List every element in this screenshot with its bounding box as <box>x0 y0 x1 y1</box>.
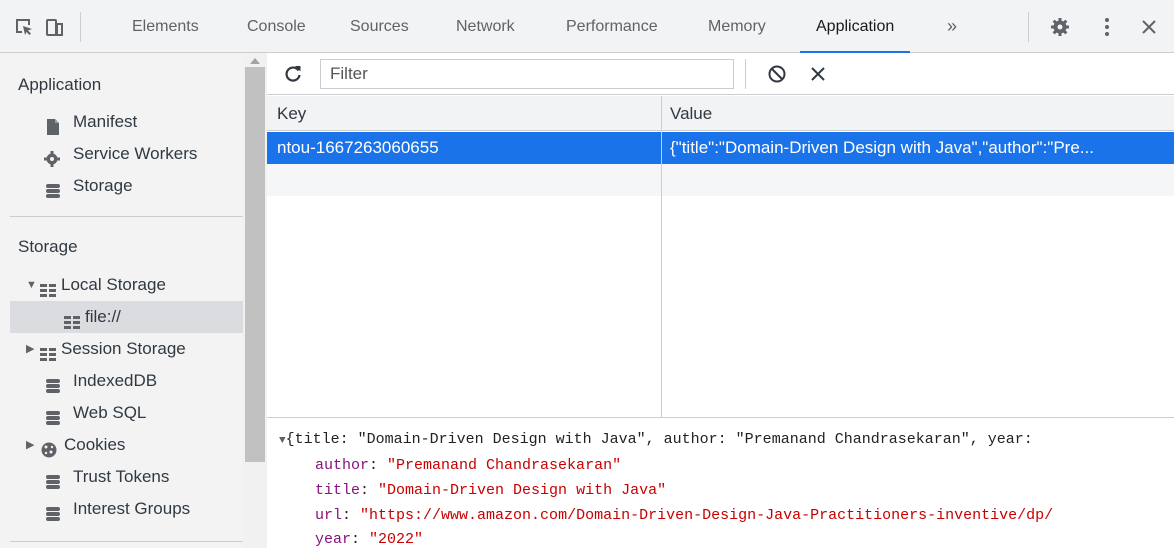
preview-field-value: "https://www.amazon.com/Domain-Driven-De… <box>360 507 1054 524</box>
sidebar-item-web-sql[interactable]: Web SQL <box>0 397 243 429</box>
delete-icon[interactable] <box>809 65 827 88</box>
tab-sources[interactable]: Sources <box>350 0 409 53</box>
sidebar-item-local-storage[interactable]: ▼ Local Storage <box>0 269 243 301</box>
column-divider[interactable] <box>661 96 662 418</box>
sidebar-scrollbar[interactable] <box>243 53 267 548</box>
sidebar-item-trust-tokens[interactable]: Trust Tokens <box>0 461 243 493</box>
sidebar-item-label: Local Storage <box>61 275 166 294</box>
preview-field-value: "Premanand Chandrasekaran" <box>387 457 622 474</box>
storage-table: Key Value ntou-1667263060655 {"title":"D… <box>267 96 1174 418</box>
row-key: ntou-1667263060655 <box>277 138 439 157</box>
sidebar-item-label: Web SQL <box>73 403 147 422</box>
sidebar-item-session-storage[interactable]: ▶ Session Storage <box>0 333 243 365</box>
cookie-icon <box>40 437 57 458</box>
devtools-tab-bar: Elements Console Sources Network Perform… <box>0 0 1174 53</box>
sidebar-item-label: Interest Groups <box>73 499 191 518</box>
close-icon[interactable] <box>1141 17 1157 42</box>
sidebar-item-label: file:// <box>85 307 121 326</box>
table-icon <box>40 277 56 297</box>
value-preview: ▼{title: "Domain-Driven Design with Java… <box>267 419 1174 548</box>
sidebar-item-file[interactable]: file:// <box>10 301 243 333</box>
table-icon <box>40 341 56 361</box>
database-icon <box>45 469 61 489</box>
gear-icon <box>43 146 60 167</box>
collapse-triangle-icon[interactable]: ▶ <box>26 333 34 365</box>
preview-field-key: url <box>315 507 343 524</box>
tab-memory[interactable]: Memory <box>708 0 766 53</box>
preview-summary-text: {title: "Domain-Driven Design with Java"… <box>285 431 1033 448</box>
more-tabs-button[interactable]: » <box>947 0 957 53</box>
sidebar-divider <box>10 216 243 217</box>
toolbar-divider <box>745 59 746 89</box>
sidebar-item-storage[interactable]: Storage <box>0 170 243 202</box>
filter-input[interactable] <box>320 59 734 89</box>
sidebar-item-label: Manifest <box>73 112 138 131</box>
table-icon <box>64 309 80 329</box>
column-header-value[interactable]: Value <box>670 96 712 131</box>
preview-field: title: "Domain-Driven Design with Java" <box>315 482 667 499</box>
database-icon <box>45 178 61 198</box>
refresh-icon[interactable] <box>283 64 303 89</box>
sidebar-item-cookies[interactable]: ▶ Cookies <box>0 429 243 461</box>
kebab-menu-icon[interactable] <box>1104 17 1110 42</box>
expand-triangle-icon[interactable]: ▼ <box>279 435 286 447</box>
sidebar: Application Manifest Service Workers Sto… <box>0 53 243 548</box>
row-value: {"title":"Domain-Driven Design with Java… <box>670 138 1094 157</box>
sidebar-item-label: Service Workers <box>73 144 198 163</box>
storage-toolbar <box>267 53 1174 95</box>
preview-field: author: "Premanand Chandrasekaran" <box>315 457 622 474</box>
inspect-icon[interactable] <box>14 17 34 42</box>
sidebar-divider <box>10 541 243 542</box>
toolbar-divider <box>80 12 81 42</box>
database-icon <box>45 373 61 393</box>
tab-console[interactable]: Console <box>247 0 306 53</box>
preview-field: url: "https://www.amazon.com/Domain-Driv… <box>315 507 1054 524</box>
preview-field: year: "2022" <box>315 531 424 548</box>
device-toggle-icon[interactable] <box>44 17 64 42</box>
expand-triangle-icon[interactable]: ▼ <box>26 269 37 301</box>
tab-elements[interactable]: Elements <box>132 0 199 53</box>
preview-field-key: year <box>315 531 352 548</box>
database-icon <box>45 501 61 521</box>
sidebar-item-service-workers[interactable]: Service Workers <box>0 138 243 170</box>
preview-summary[interactable]: ▼{title: "Domain-Driven Design with Java… <box>279 429 1033 450</box>
table-row[interactable]: ntou-1667263060655 {"title":"Domain-Driv… <box>267 132 1174 164</box>
sidebar-item-label: Trust Tokens <box>73 467 170 486</box>
preview-field-key: title <box>315 482 361 499</box>
clear-all-icon[interactable] <box>767 64 787 89</box>
database-icon <box>45 405 61 425</box>
tab-application[interactable]: Application <box>799 0 911 53</box>
sidebar-item-manifest[interactable]: Manifest <box>0 106 243 138</box>
table-header: Key Value <box>267 96 1174 131</box>
sidebar-item-label: IndexedDB <box>73 371 158 390</box>
sidebar-heading-application: Application <box>18 75 102 94</box>
document-icon <box>45 114 61 135</box>
collapse-triangle-icon[interactable]: ▶ <box>26 429 34 461</box>
sidebar-item-label: Session Storage <box>61 339 186 358</box>
scrollbar-thumb[interactable] <box>245 67 265 462</box>
toolbar-divider <box>1028 12 1029 42</box>
settings-icon[interactable] <box>1050 17 1070 42</box>
tab-performance[interactable]: Performance <box>566 0 658 53</box>
sidebar-item-indexeddb[interactable]: IndexedDB <box>0 365 243 397</box>
preview-field-key: author <box>315 457 370 474</box>
sidebar-item-interest-groups[interactable]: Interest Groups <box>0 493 243 525</box>
table-row-empty[interactable] <box>267 164 1174 196</box>
sidebar-item-label: Storage <box>73 176 133 195</box>
tab-network[interactable]: Network <box>456 0 515 53</box>
preview-field-value: "Domain-Driven Design with Java" <box>378 482 667 499</box>
preview-field-value: "2022" <box>369 531 424 548</box>
scroll-up-arrow-icon[interactable] <box>250 58 260 64</box>
column-header-key[interactable]: Key <box>277 96 306 131</box>
sidebar-heading-storage: Storage <box>18 237 78 256</box>
sidebar-item-label: Cookies <box>64 435 126 454</box>
